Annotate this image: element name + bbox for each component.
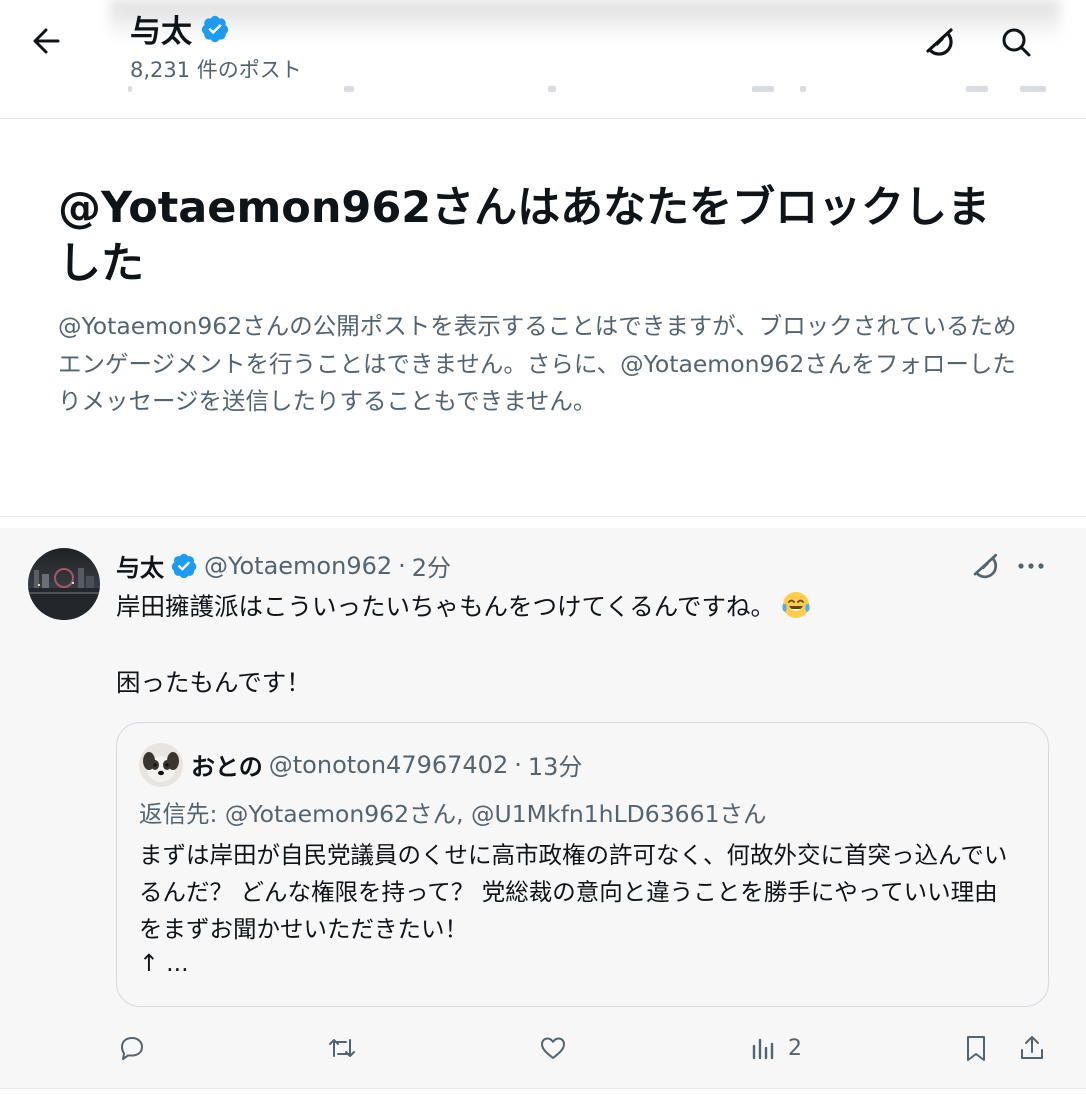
verified-badge-icon <box>201 15 229 42</box>
post-count: 8,231 件のポスト <box>130 58 302 82</box>
views-button[interactable]: 2 <box>748 1028 802 1068</box>
repost-button[interactable] <box>326 1028 358 1068</box>
reply-button[interactable] <box>116 1028 148 1068</box>
tweet-action-bar: 2 <box>0 1028 1086 1068</box>
quoted-timestamp[interactable]: 13分 <box>528 747 583 782</box>
quoted-tweet-text: まずは岸田が自民党議員のくせに高市政権の許可なく、何故外交に首突っ込んでいるんだ… <box>139 841 1008 943</box>
views-count: 2 <box>788 1035 802 1061</box>
block-notice-description: @Yotaemon962さんの公開ポストを表示することはできますが、ブロックされ… <box>58 312 1017 415</box>
tweet-author-name[interactable]: 与太 <box>116 548 164 583</box>
tweet-text-line-1: 岸田擁護派はこういったいちゃもんをつけてくるんですね。 <box>116 592 776 621</box>
like-button[interactable] <box>537 1028 569 1068</box>
like-icon <box>541 1037 565 1059</box>
face-with-tears-of-joy-icon <box>782 592 810 618</box>
separator-dot: · <box>514 750 522 779</box>
quoted-author-name[interactable]: おとの <box>191 747 263 782</box>
tweet-timestamp[interactable]: 2分 <box>412 548 451 583</box>
bottom-divider <box>0 1088 1086 1089</box>
header-divider <box>0 118 1086 119</box>
repost-icon <box>329 1039 355 1057</box>
scrolled-content-strip <box>0 86 1086 96</box>
views-icon <box>752 1038 774 1060</box>
block-notice-title: @Yotaemon962さんはあなたをブロックしました <box>58 183 991 289</box>
verified-badge-icon <box>171 553 197 578</box>
grok-icon[interactable] <box>966 548 1002 584</box>
bookmark-icon <box>967 1036 985 1061</box>
search-icon[interactable] <box>996 22 1036 62</box>
quoted-tweet[interactable]: おとの @tonoton47967402 · 13分 返信先: @Yotaemo… <box>116 722 1049 1007</box>
tweet-header: 与太 @Yotaemon962 · 2分 <box>116 548 451 583</box>
profile-header: 与太 8,231 件のポスト <box>0 0 1086 118</box>
avatar[interactable] <box>28 548 100 620</box>
reply-to-line: 返信先: @Yotaemon962さん, @U1Mkfn1hLD63661さん <box>139 800 767 828</box>
tweet-text: 岸田擁護派はこういったいちゃもんをつけてくるんですね。 困ったもんです！ <box>116 588 1036 702</box>
more-options-icon[interactable] <box>1014 556 1048 576</box>
section-divider <box>0 516 1086 517</box>
quoted-author-handle[interactable]: @tonoton47967402 <box>269 751 508 779</box>
back-arrow-icon[interactable] <box>28 24 68 58</box>
profile-name: 与太 <box>130 14 192 50</box>
quoted-avatar[interactable] <box>139 743 183 787</box>
tweet[interactable]: 与太 @Yotaemon962 · 2分 岸田擁護派はこういったいちゃもんをつけ… <box>0 528 1086 1088</box>
share-button[interactable] <box>1016 1028 1048 1068</box>
share-icon <box>1021 1036 1043 1059</box>
grok-icon[interactable] <box>918 22 958 62</box>
separator-dot: · <box>398 551 406 580</box>
profile-title-row: 与太 <box>130 6 230 51</box>
quoted-tweet-header: おとの @tonoton47967402 · 13分 <box>191 747 582 782</box>
reply-icon <box>121 1037 143 1060</box>
bookmark-button[interactable] <box>960 1028 992 1068</box>
tweet-author-handle[interactable]: @Yotaemon962 <box>204 552 392 580</box>
tweet-text-line-2: 困ったもんです！ <box>116 668 311 697</box>
quoted-tweet-more[interactable]: ↑ ... <box>139 949 189 977</box>
